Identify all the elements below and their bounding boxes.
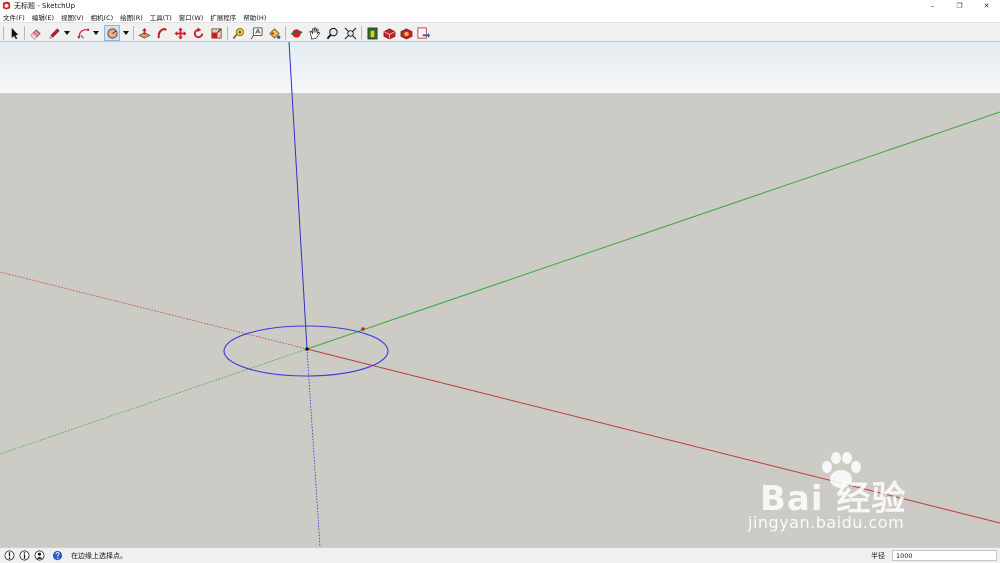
send-to-layout-button[interactable]: [415, 25, 431, 41]
extension-warehouse-button[interactable]: [381, 25, 397, 41]
geo-location-icon: [4, 550, 14, 561]
close-button[interactable]: ✕: [973, 0, 1000, 11]
extension-manager-button[interactable]: [398, 25, 414, 41]
extension-manager-icon: [400, 28, 412, 39]
window-title: 无标题 - SketchUp: [14, 1, 76, 10]
line-tool-dropdown[interactable]: [63, 25, 71, 41]
toolbar-separator: [3, 26, 4, 40]
pan-tool-button[interactable]: [306, 25, 322, 41]
paint-bucket-tool-button[interactable]: [266, 25, 282, 41]
toolbar-separator: [24, 26, 25, 40]
move-arrows-icon: [173, 26, 187, 40]
tape-measure-icon: [232, 27, 244, 39]
watermark-url: jingyan.baidu.com: [748, 513, 905, 532]
geolocation-status-button[interactable]: [3, 550, 15, 562]
circle-center-point: [305, 347, 309, 351]
menu-edit[interactable]: 编辑(E): [29, 12, 58, 22]
green-axis-negative: [0, 348, 308, 455]
green-axis-inference-point: [361, 327, 365, 331]
orbit-tool-button[interactable]: [288, 25, 304, 41]
hand-icon: [308, 27, 320, 39]
title-bar: 无标题 - SketchUp – ❐ ✕: [0, 0, 1000, 11]
orbit-icon: [290, 28, 303, 38]
menu-window[interactable]: 窗口(W): [176, 12, 208, 22]
status-bar: 在边缘上选择点。 半径 1000: [0, 547, 1000, 563]
menu-view[interactable]: 视图(V): [58, 12, 88, 22]
measurements-label: 半径: [871, 552, 885, 560]
baidu-jingyan-watermark: Bai 经验 jingyan.baidu.com: [748, 451, 948, 541]
eraser-tool-button[interactable]: [27, 25, 43, 41]
chevron-down-icon: [64, 31, 70, 35]
zoom-extents-tool-button[interactable]: [342, 25, 358, 41]
zoom-tool-button[interactable]: [324, 25, 340, 41]
blue-axis-positive: [288, 42, 308, 350]
toolbar-separator: [133, 26, 134, 40]
instructor-status-button[interactable]: [51, 550, 63, 562]
window-controls: – ❐ ✕: [919, 0, 1000, 11]
zoom-extents-icon: [344, 27, 356, 39]
menu-tools[interactable]: 工具(T): [147, 12, 176, 22]
layout-send-icon: [417, 27, 430, 39]
rotate-tool-button[interactable]: [190, 25, 206, 41]
menu-extensions[interactable]: 扩展程序: [207, 12, 240, 22]
blue-axis-negative: [306, 348, 321, 547]
follow-me-tool-button[interactable]: [154, 25, 170, 41]
red-axis-negative: [0, 271, 308, 350]
restore-button[interactable]: ❐: [946, 0, 973, 11]
text-label-icon: [250, 27, 262, 39]
push-pull-icon: [137, 27, 151, 38]
measurements-input[interactable]: 1000: [892, 550, 997, 561]
circle-tool-button[interactable]: [104, 25, 120, 41]
arc-icon: [77, 28, 89, 38]
line-tool-button[interactable]: [46, 25, 62, 41]
help-question-icon: [52, 550, 62, 561]
move-tool-button[interactable]: [172, 25, 188, 41]
menu-bar: 文件(F) 编辑(E) 视图(V) 相机(C) 绘图(R) 工具(T) 窗口(W…: [0, 11, 1000, 22]
menu-camera[interactable]: 相机(C): [88, 12, 118, 22]
chevron-down-icon: [123, 31, 129, 35]
circle-shape-icon: [106, 27, 118, 39]
status-hint: 在边缘上选择点。: [71, 551, 127, 560]
toolbar-separator: [227, 26, 228, 40]
arc-tool-dropdown[interactable]: [92, 25, 100, 41]
scale-tool-button[interactable]: [208, 25, 224, 41]
eraser-icon: [29, 28, 41, 40]
main-toolbar: [0, 22, 1000, 42]
push-pull-tool-button[interactable]: [136, 25, 152, 41]
text-tool-button[interactable]: [248, 25, 264, 41]
pencil-icon: [48, 27, 60, 39]
drawing-viewport[interactable]: Bai 经验 jingyan.baidu.com: [0, 42, 1000, 547]
warehouse-icon: [367, 27, 377, 39]
scale-icon: [210, 27, 222, 39]
sketchup-app-icon: [2, 1, 11, 10]
extension-warehouse-icon: [383, 28, 395, 39]
account-status-button[interactable]: [33, 550, 45, 562]
select-tool-button[interactable]: [6, 25, 22, 41]
follow-me-icon: [157, 27, 167, 38]
menu-draw[interactable]: 绘图(R): [117, 12, 147, 22]
green-axis-positive: [306, 111, 1000, 350]
3d-warehouse-button[interactable]: [364, 25, 380, 41]
arrow-cursor-icon: [11, 27, 18, 39]
info-icon: [19, 550, 29, 561]
rotate-icon: [193, 26, 203, 38]
magnifier-icon: [326, 27, 338, 39]
paint-bucket-icon: [268, 27, 280, 39]
arc-tool-button[interactable]: [75, 25, 91, 41]
credits-status-button[interactable]: [18, 550, 30, 562]
toolbar-separator: [285, 26, 286, 40]
toolbar-separator: [361, 26, 362, 40]
tape-measure-tool-button[interactable]: [230, 25, 246, 41]
chevron-down-icon: [93, 31, 99, 35]
minimize-button[interactable]: –: [919, 0, 946, 11]
menu-help[interactable]: 帮助(H): [240, 12, 270, 22]
circle-tool-dropdown[interactable]: [122, 25, 130, 41]
user-account-icon: [34, 550, 44, 561]
menu-file[interactable]: 文件(F): [0, 12, 29, 22]
